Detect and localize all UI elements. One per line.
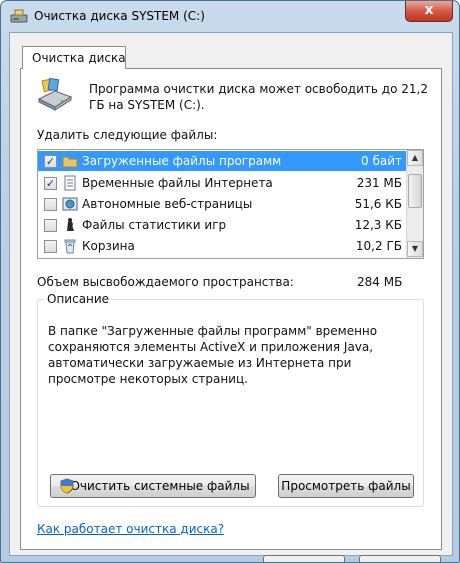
scroll-up-button[interactable]: ▲ <box>407 150 423 166</box>
title-bar[interactable]: Очистка диска SYSTEM (C:) x <box>1 1 459 33</box>
globe-icon <box>62 197 78 211</box>
file-size: 231 МБ <box>356 176 402 190</box>
checkbox[interactable] <box>44 240 57 253</box>
tab-disk-cleanup[interactable]: Очистка диска <box>22 46 126 69</box>
file-size: 51,6 КБ <box>354 197 402 211</box>
disk-cleanup-window: Очистка диска SYSTEM (C:) x Очистка диск… <box>0 0 460 563</box>
drive-cleanup-icon <box>10 9 28 23</box>
file-name: Загруженные файлы программ <box>80 153 284 169</box>
intro-text: Программа очистки диска может освободить… <box>89 82 428 112</box>
file-size: 10,2 ГБ <box>355 239 402 253</box>
file-name: Автономные веб-страницы <box>82 197 253 211</box>
window-title: Очистка диска SYSTEM (C:) <box>34 9 205 23</box>
folder-icon <box>62 156 78 168</box>
recycle-bin-icon <box>64 239 76 254</box>
close-button[interactable]: x <box>405 1 453 22</box>
list-item-offline-pages[interactable]: Автономные веб-страницы 51,6 КБ <box>38 194 406 214</box>
clean-system-files-button[interactable]: Очистить системные файлы <box>50 474 256 498</box>
arrow-up-icon: ▲ <box>411 153 419 162</box>
file-size: 12,3 КБ <box>354 218 402 232</box>
file-size: 0 байт <box>361 154 402 168</box>
checkbox[interactable]: ✓ <box>44 155 57 168</box>
scroll-thumb[interactable] <box>408 174 422 208</box>
document-icon <box>64 175 76 191</box>
file-list[interactable]: ✓ Загруженные файлы программ 0 байт ✓ Вр… <box>37 149 424 259</box>
arrow-down-icon: ▼ <box>411 244 419 253</box>
how-disk-cleanup-works-link[interactable]: Как работает очистка диска? <box>37 522 224 536</box>
description-legend: Описание <box>44 292 113 306</box>
list-scrollbar[interactable]: ▲ ▼ <box>406 150 423 258</box>
cancel-button[interactable]: Отмена <box>359 555 441 562</box>
description-text: В папке "Загруженные файлы программ" вре… <box>48 324 378 386</box>
space-to-free-label: Объем высвобождаемого пространства: <box>37 275 294 289</box>
tab-panel: Программа очистки диска может освободить… <box>20 68 442 562</box>
game-icon <box>67 218 74 231</box>
checkbox[interactable]: ✓ <box>44 177 57 190</box>
close-icon: x <box>424 2 434 18</box>
list-item-game-stats[interactable]: Файлы статистики игр 12,3 КБ <box>38 215 406 235</box>
list-item-recycle-bin[interactable]: Корзина 10,2 ГБ <box>38 236 406 256</box>
description-group: Описание В папке "Загруженные файлы прог… <box>37 292 424 507</box>
dialog-client-area: Очистка диска Программа очистки диска мо… <box>9 32 453 562</box>
space-to-free-value: 284 МБ <box>357 275 403 289</box>
view-files-button[interactable]: Просмотреть файлы <box>278 474 414 498</box>
disk-cleanup-icon <box>37 77 73 111</box>
file-name: Временные файлы Интернета <box>82 176 273 190</box>
uac-shield-icon <box>60 478 74 494</box>
file-name: Корзина <box>82 239 135 253</box>
list-item-downloaded-program-files[interactable]: ✓ Загруженные файлы программ 0 байт <box>38 151 406 171</box>
clean-system-files-label: Очистить системные файлы <box>70 479 250 493</box>
file-name: Файлы статистики игр <box>82 218 227 232</box>
ok-button[interactable]: ОК <box>263 555 345 562</box>
list-item-temp-internet-files[interactable]: ✓ Временные файлы Интернета 231 МБ <box>38 173 406 193</box>
scroll-down-button[interactable]: ▼ <box>407 241 423 257</box>
checkbox[interactable] <box>44 198 57 211</box>
files-to-delete-label: Удалить следующие файлы: <box>37 128 218 142</box>
checkbox[interactable] <box>44 219 57 232</box>
